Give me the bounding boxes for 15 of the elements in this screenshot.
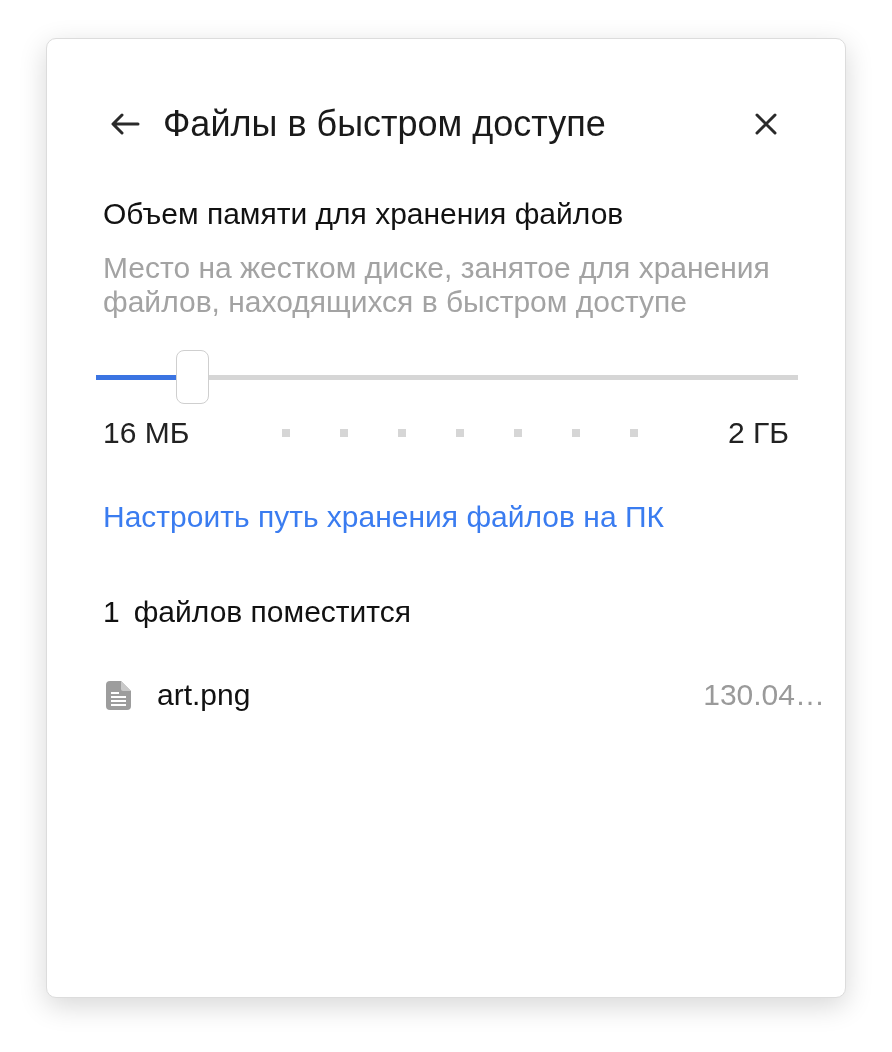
- slider-thumb[interactable]: [176, 350, 210, 404]
- close-button[interactable]: [755, 113, 777, 135]
- section-title: Объем памяти для хранения файлов: [103, 196, 625, 232]
- slider-max-label: 2 ГБ: [728, 415, 789, 451]
- slider-min-label: 16 МБ: [103, 415, 190, 451]
- storage-path-link[interactable]: Настроить путь хранения файлов на ПК: [103, 499, 664, 535]
- section-description: Место на жестком диске, занятое для хранения файлов, находящихся в быстром доступе: [103, 251, 771, 319]
- dialog-title: Файлы в быстром доступе: [163, 102, 607, 146]
- document-icon: [106, 680, 131, 710]
- file-name: art.png: [157, 677, 252, 713]
- file-count-label: файлов поместится: [133, 594, 411, 630]
- close-icon: [755, 113, 777, 135]
- back-arrow-icon: [110, 113, 140, 135]
- file-count: 1: [103, 594, 120, 630]
- file-size: 130.04…: [703, 677, 825, 713]
